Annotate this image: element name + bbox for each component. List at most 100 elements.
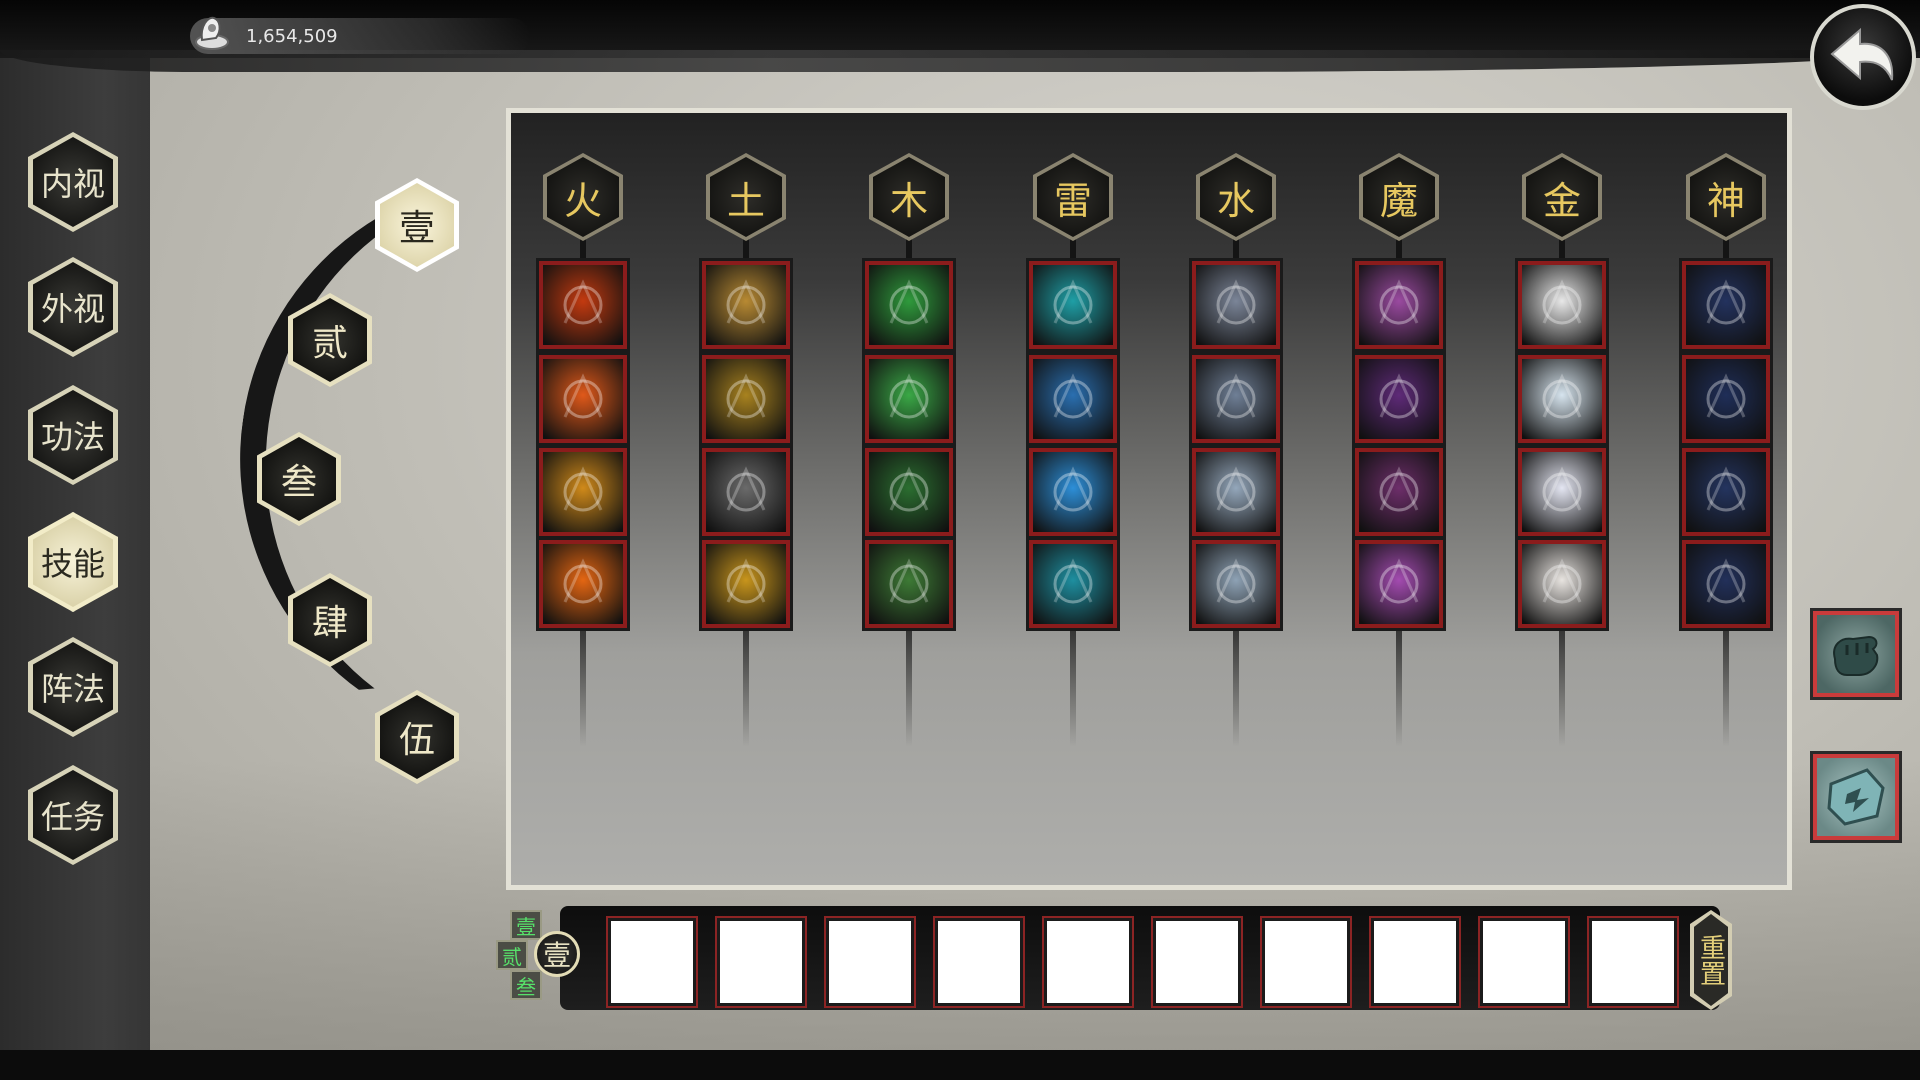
element-header: 土 bbox=[706, 153, 786, 241]
shock-runner-icon bbox=[1033, 544, 1113, 624]
currency-display: 1,654,509 bbox=[190, 16, 530, 54]
reset-button[interactable]: 重置 bbox=[1690, 910, 1732, 1010]
attack-skill-button[interactable] bbox=[1810, 608, 1902, 700]
demon-eye-icon bbox=[1359, 265, 1439, 345]
skill-slot[interactable] bbox=[1026, 445, 1120, 539]
skill-slot[interactable] bbox=[536, 537, 630, 631]
nav-formation-button-label: 阵法 bbox=[40, 670, 105, 708]
skill-slot[interactable] bbox=[699, 352, 793, 446]
skill-slot[interactable] bbox=[699, 445, 793, 539]
preset-button-1[interactable]: 壹 bbox=[510, 910, 542, 940]
element-header-label: 火 bbox=[563, 178, 602, 223]
back-button[interactable] bbox=[1810, 4, 1916, 110]
tier-button-4-label: 肆 bbox=[311, 603, 348, 644]
tier-button-2-label: 贰 bbox=[311, 323, 348, 364]
current-preset-badge: 壹 bbox=[534, 931, 580, 977]
water-shield-icon bbox=[1196, 359, 1276, 439]
loadout-slot-4[interactable] bbox=[933, 916, 1025, 1008]
fire-eye-icon bbox=[543, 452, 623, 532]
skill-slot[interactable] bbox=[699, 537, 793, 631]
flame-icon bbox=[543, 544, 623, 624]
void-blade-icon bbox=[1359, 544, 1439, 624]
preset-button-2[interactable]: 贰 bbox=[496, 940, 528, 970]
divine-seal-c-icon bbox=[1686, 452, 1766, 532]
defense-skill-button[interactable] bbox=[1810, 751, 1902, 843]
game-screen: 1,654,509 内视 外视 功法 技能 阵法 任务 壹贰叁肆伍 火土木雷水魔金神 壹贰… bbox=[0, 0, 1920, 1080]
divine-seal-b-icon bbox=[1686, 359, 1766, 439]
element-header-label: 土 bbox=[726, 178, 765, 223]
skill-slot[interactable] bbox=[1515, 537, 1609, 631]
wood-vortex-icon bbox=[869, 359, 949, 439]
loadout-slot-6[interactable] bbox=[1151, 916, 1243, 1008]
skill-slot[interactable] bbox=[1679, 445, 1773, 539]
skill-slot[interactable] bbox=[1352, 258, 1446, 352]
skill-slot[interactable] bbox=[1189, 258, 1283, 352]
nav-outer-button-label: 外视 bbox=[40, 290, 105, 328]
element-header-label: 雷 bbox=[1053, 178, 1092, 223]
loadout-slot-8[interactable] bbox=[1369, 916, 1461, 1008]
element-header: 神 bbox=[1686, 153, 1766, 241]
metal-dagger-icon bbox=[1522, 265, 1602, 345]
nav-skills-button-label: 技能 bbox=[40, 545, 105, 583]
earth-fortress-icon bbox=[706, 359, 786, 439]
preset-button-3[interactable]: 叁 bbox=[510, 970, 542, 1000]
element-header-label: 金 bbox=[1542, 178, 1581, 223]
divine-seal-a-icon bbox=[1686, 265, 1766, 345]
loadout-slot-2[interactable] bbox=[715, 916, 807, 1008]
skill-slot[interactable] bbox=[1515, 258, 1609, 352]
element-column: 魔 bbox=[1349, 153, 1449, 747]
stone-golem-icon bbox=[706, 452, 786, 532]
loadout-slot-5[interactable] bbox=[1042, 916, 1134, 1008]
ice-spike-icon bbox=[1196, 544, 1276, 624]
element-header-label: 魔 bbox=[1379, 178, 1418, 223]
element-header: 魔 bbox=[1359, 153, 1439, 241]
skill-slot[interactable] bbox=[536, 352, 630, 446]
skill-slot[interactable] bbox=[862, 445, 956, 539]
skill-slot[interactable] bbox=[1352, 537, 1446, 631]
skill-slot[interactable] bbox=[536, 258, 630, 352]
skill-slot[interactable] bbox=[1679, 258, 1773, 352]
loadout-slot-3[interactable] bbox=[824, 916, 916, 1008]
bottom-edge bbox=[0, 1050, 1920, 1080]
element-column: 火 bbox=[533, 153, 633, 747]
water-orb-icon bbox=[1196, 265, 1276, 345]
lightning-bolt-icon bbox=[1033, 265, 1113, 345]
reset-label: 重置 bbox=[1695, 934, 1726, 986]
loadout-slot-7[interactable] bbox=[1260, 916, 1352, 1008]
leaf-swirl-icon bbox=[869, 265, 949, 345]
skill-slot[interactable] bbox=[1189, 445, 1283, 539]
element-column: 金 bbox=[1512, 153, 1612, 747]
skill-slot[interactable] bbox=[862, 258, 956, 352]
skill-slot[interactable] bbox=[862, 537, 956, 631]
skill-slot[interactable] bbox=[1515, 445, 1609, 539]
fist-icon bbox=[1817, 635, 1895, 697]
skill-slot[interactable] bbox=[1189, 537, 1283, 631]
skill-slot[interactable] bbox=[1679, 352, 1773, 446]
skill-slot[interactable] bbox=[1026, 537, 1120, 631]
element-column: 水 bbox=[1186, 153, 1286, 747]
loadout-slot-10[interactable] bbox=[1587, 916, 1679, 1008]
skill-slot[interactable] bbox=[1026, 352, 1120, 446]
element-header: 雷 bbox=[1033, 153, 1113, 241]
skill-slot[interactable] bbox=[699, 258, 793, 352]
element-header-label: 木 bbox=[889, 178, 928, 223]
tier-button-3-label: 叁 bbox=[280, 462, 317, 503]
skill-slot[interactable] bbox=[1352, 445, 1446, 539]
skill-slot[interactable] bbox=[536, 445, 630, 539]
element-header: 水 bbox=[1196, 153, 1276, 241]
fire-slash-icon bbox=[543, 359, 623, 439]
nav-tasks-button-label: 任务 bbox=[40, 798, 105, 836]
skill-slot[interactable] bbox=[1189, 352, 1283, 446]
skill-slot[interactable] bbox=[1515, 352, 1609, 446]
skill-slot[interactable] bbox=[1026, 258, 1120, 352]
earth-spike-icon bbox=[706, 265, 786, 345]
element-column: 土 bbox=[696, 153, 796, 747]
ice-crystal-icon bbox=[1196, 452, 1276, 532]
loadout-slot-1[interactable] bbox=[606, 916, 698, 1008]
twin-blades-icon bbox=[1522, 544, 1602, 624]
skill-slot[interactable] bbox=[862, 352, 956, 446]
skill-slot[interactable] bbox=[1352, 352, 1446, 446]
ancient-coin-icon bbox=[194, 12, 230, 52]
loadout-slot-9[interactable] bbox=[1478, 916, 1570, 1008]
skill-slot[interactable] bbox=[1679, 537, 1773, 631]
